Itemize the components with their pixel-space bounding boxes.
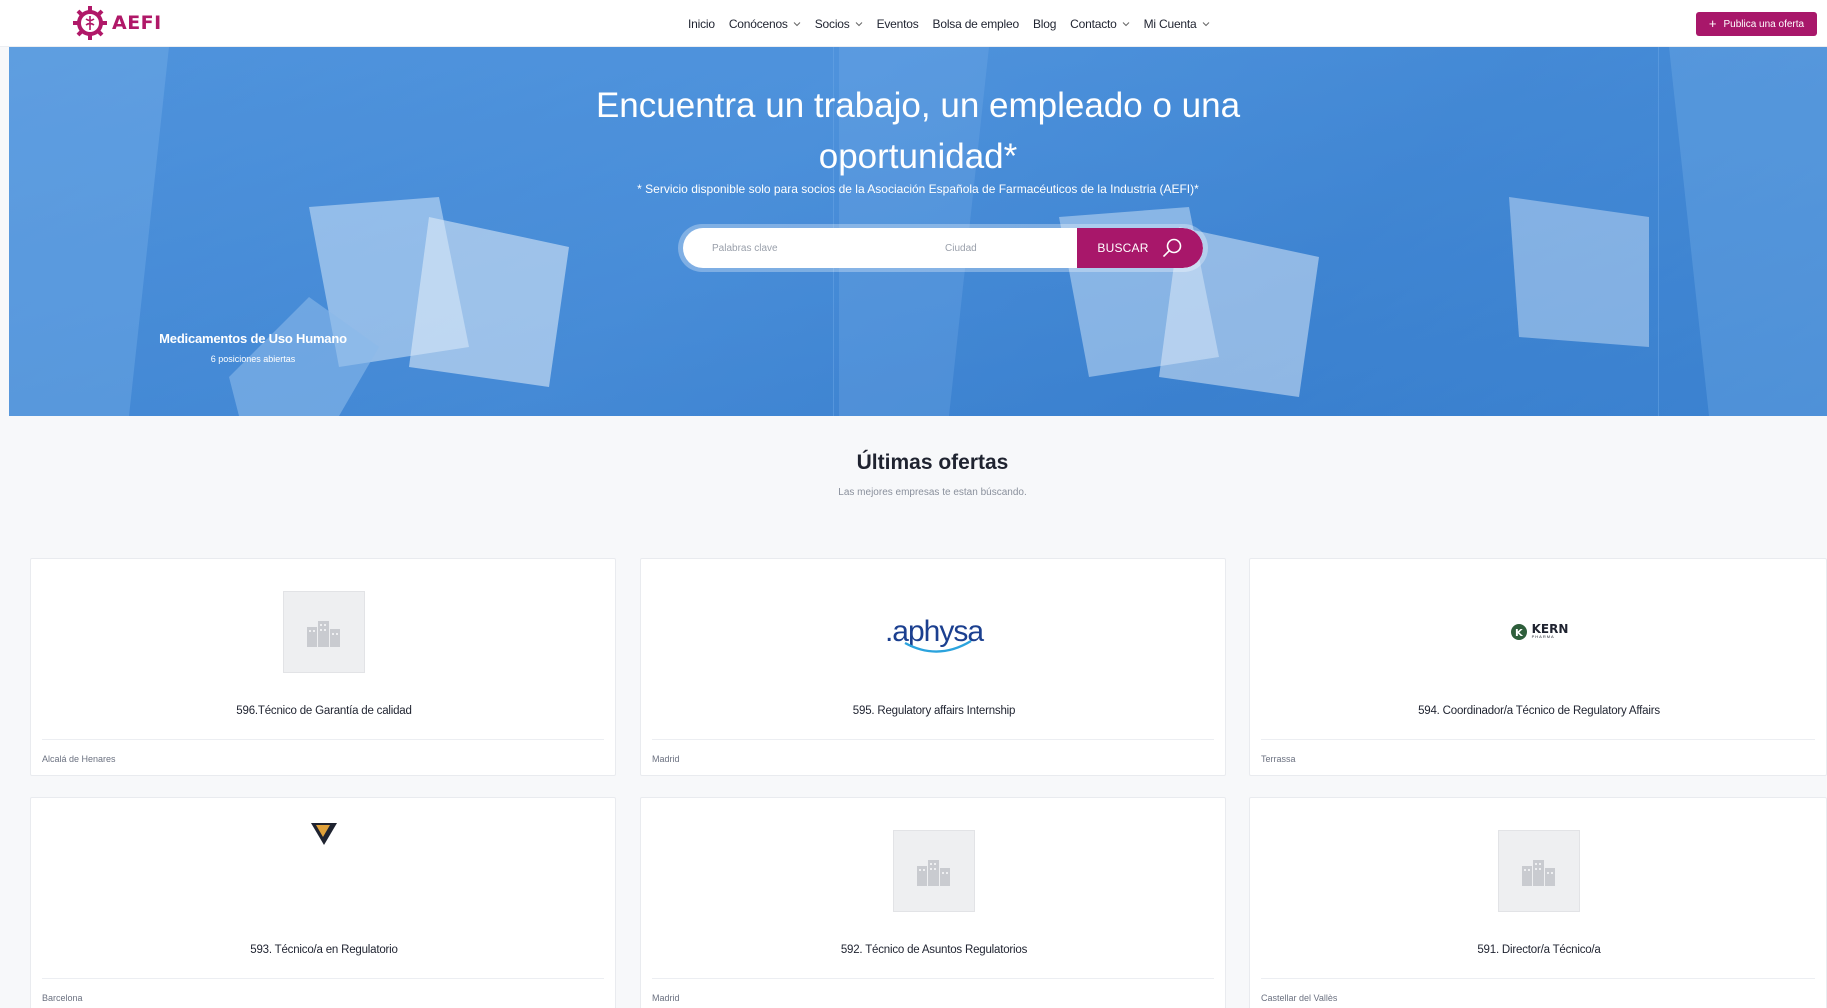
nav-item-conocenos[interactable]: Conócenos bbox=[729, 17, 801, 31]
company-logo bbox=[641, 830, 1227, 912]
job-title[interactable]: 594. Coordinador/a Técnico de Regulatory… bbox=[1250, 705, 1827, 717]
main-nav: Inicio Conócenos Socios Eventos Bolsa de… bbox=[688, 0, 1210, 47]
triangle-company-logo-icon bbox=[311, 823, 337, 845]
job-title[interactable]: 591. Director/a Técnico/a bbox=[1250, 944, 1827, 956]
nav-item-contacto[interactable]: Contacto bbox=[1070, 17, 1129, 31]
hero-banner: Encuentra un trabajo, un empleado o una … bbox=[9, 47, 1827, 416]
nav-label: Bolsa de empleo bbox=[932, 16, 1020, 31]
chevron-down-icon bbox=[1202, 21, 1209, 26]
nav-label: Blog bbox=[1032, 16, 1057, 31]
nav-item-blog[interactable]: Blog bbox=[1033, 17, 1056, 31]
nav-label: Contacto bbox=[1070, 16, 1117, 31]
company-logo: .aphysa bbox=[641, 591, 1227, 673]
nav-label: Eventos bbox=[876, 16, 919, 31]
search-button-label: BUSCAR bbox=[1097, 241, 1149, 255]
chevron-down-icon bbox=[855, 21, 862, 26]
card-divider bbox=[1261, 978, 1815, 979]
publish-offer-label: Publica una oferta bbox=[1723, 18, 1805, 30]
latest-offers-subtitle: Las mejores empresas te estan búscando. bbox=[838, 487, 1027, 498]
nav-item-socios[interactable]: Socios bbox=[815, 17, 863, 31]
company-logo bbox=[31, 812, 617, 856]
nav-label: Conócenos bbox=[728, 16, 788, 31]
category-title[interactable]: Medicamentos de Uso Humano bbox=[129, 331, 377, 346]
card-divider bbox=[652, 739, 1214, 740]
city-input[interactable] bbox=[945, 228, 1065, 268]
top-navigation-bar: AEFI Inicio Conócenos Socios Eventos Bol… bbox=[0, 0, 1827, 47]
chevron-down-icon bbox=[793, 21, 801, 26]
aefi-gear-logo-icon bbox=[73, 6, 107, 40]
kern-k-icon: K bbox=[1510, 624, 1527, 640]
svg-text:K: K bbox=[1515, 628, 1524, 639]
job-card[interactable]: 593. Técnico/a en Regulatorio Barcelona bbox=[30, 797, 616, 1008]
job-location: Alcalá de Henares bbox=[42, 754, 116, 764]
job-title[interactable]: 592. Técnico de Asuntos Regulatorios bbox=[641, 944, 1227, 956]
nav-label: Mi Cuenta bbox=[1143, 16, 1197, 31]
building-placeholder-icon bbox=[893, 830, 975, 912]
building-placeholder-icon bbox=[283, 591, 365, 673]
job-location: Madrid bbox=[652, 754, 680, 764]
card-divider bbox=[42, 978, 604, 979]
logo-wordmark: AEFI bbox=[112, 12, 162, 34]
chevron-down-icon bbox=[1122, 21, 1129, 26]
aphysa-logo: .aphysa bbox=[885, 615, 984, 653]
nav-label: Socios bbox=[814, 16, 850, 31]
nav-item-mi-cuenta[interactable]: Mi Cuenta bbox=[1144, 17, 1210, 31]
building-placeholder-icon bbox=[1498, 830, 1580, 912]
job-location: Terrassa bbox=[1261, 754, 1296, 764]
card-divider bbox=[42, 739, 604, 740]
company-logo bbox=[31, 591, 617, 673]
job-location: Madrid bbox=[652, 993, 680, 1003]
nav-item-inicio[interactable]: Inicio bbox=[688, 17, 715, 31]
card-divider bbox=[652, 978, 1214, 979]
company-logo: K KERN PHARMA bbox=[1250, 591, 1827, 673]
job-card[interactable]: 592. Técnico de Asuntos Regulatorios Mad… bbox=[640, 797, 1226, 1008]
nav-label: Inicio bbox=[688, 16, 715, 31]
job-search-bar: BUSCAR bbox=[678, 224, 1208, 272]
job-card[interactable]: K KERN PHARMA 594. Coordinador/a Técnico… bbox=[1249, 558, 1827, 776]
company-logo bbox=[1250, 830, 1827, 912]
aphysa-swoosh-icon bbox=[904, 639, 972, 653]
job-title[interactable]: 596.Técnico de Garantía de calidad bbox=[31, 705, 617, 717]
card-divider bbox=[1261, 739, 1815, 740]
job-card[interactable]: 596.Técnico de Garantía de calidad Alcal… bbox=[30, 558, 616, 776]
hero-title: Encuentra un trabajo, un empleado o una … bbox=[595, 86, 1241, 176]
keywords-input[interactable] bbox=[712, 228, 912, 268]
search-button[interactable]: BUSCAR bbox=[1077, 228, 1203, 268]
kern-wordmark: KERN bbox=[1531, 622, 1569, 636]
job-card[interactable]: .aphysa 595. Regulatory affairs Internsh… bbox=[640, 558, 1226, 776]
job-title[interactable]: 595. Regulatory affairs Internship bbox=[641, 705, 1227, 717]
hero-disclaimer: * Servicio disponible solo para socios d… bbox=[637, 182, 1199, 196]
kern-pharma-logo: K KERN PHARMA bbox=[1510, 622, 1569, 641]
publish-offer-button[interactable]: + Publica una oferta bbox=[1696, 12, 1817, 36]
search-icon bbox=[1162, 238, 1181, 257]
job-location: Barcelona bbox=[42, 993, 83, 1003]
latest-offers-title: Últimas ofertas bbox=[856, 451, 1009, 474]
nav-item-eventos[interactable]: Eventos bbox=[877, 17, 919, 31]
search-inner: BUSCAR bbox=[683, 228, 1203, 268]
job-card[interactable]: 591. Director/a Técnico/a Castellar del … bbox=[1249, 797, 1827, 1008]
kern-subtitle: PHARMA bbox=[1531, 634, 1555, 639]
aefi-logo[interactable]: AEFI bbox=[72, 5, 162, 41]
nav-item-bolsa-de-empleo[interactable]: Bolsa de empleo bbox=[932, 16, 1020, 31]
plus-icon: + bbox=[1708, 16, 1717, 31]
job-title[interactable]: 593. Técnico/a en Regulatorio bbox=[31, 944, 617, 956]
job-location: Castellar del Vallès bbox=[1261, 993, 1338, 1003]
category-open-positions: 6 posiciones abiertas bbox=[210, 354, 296, 364]
